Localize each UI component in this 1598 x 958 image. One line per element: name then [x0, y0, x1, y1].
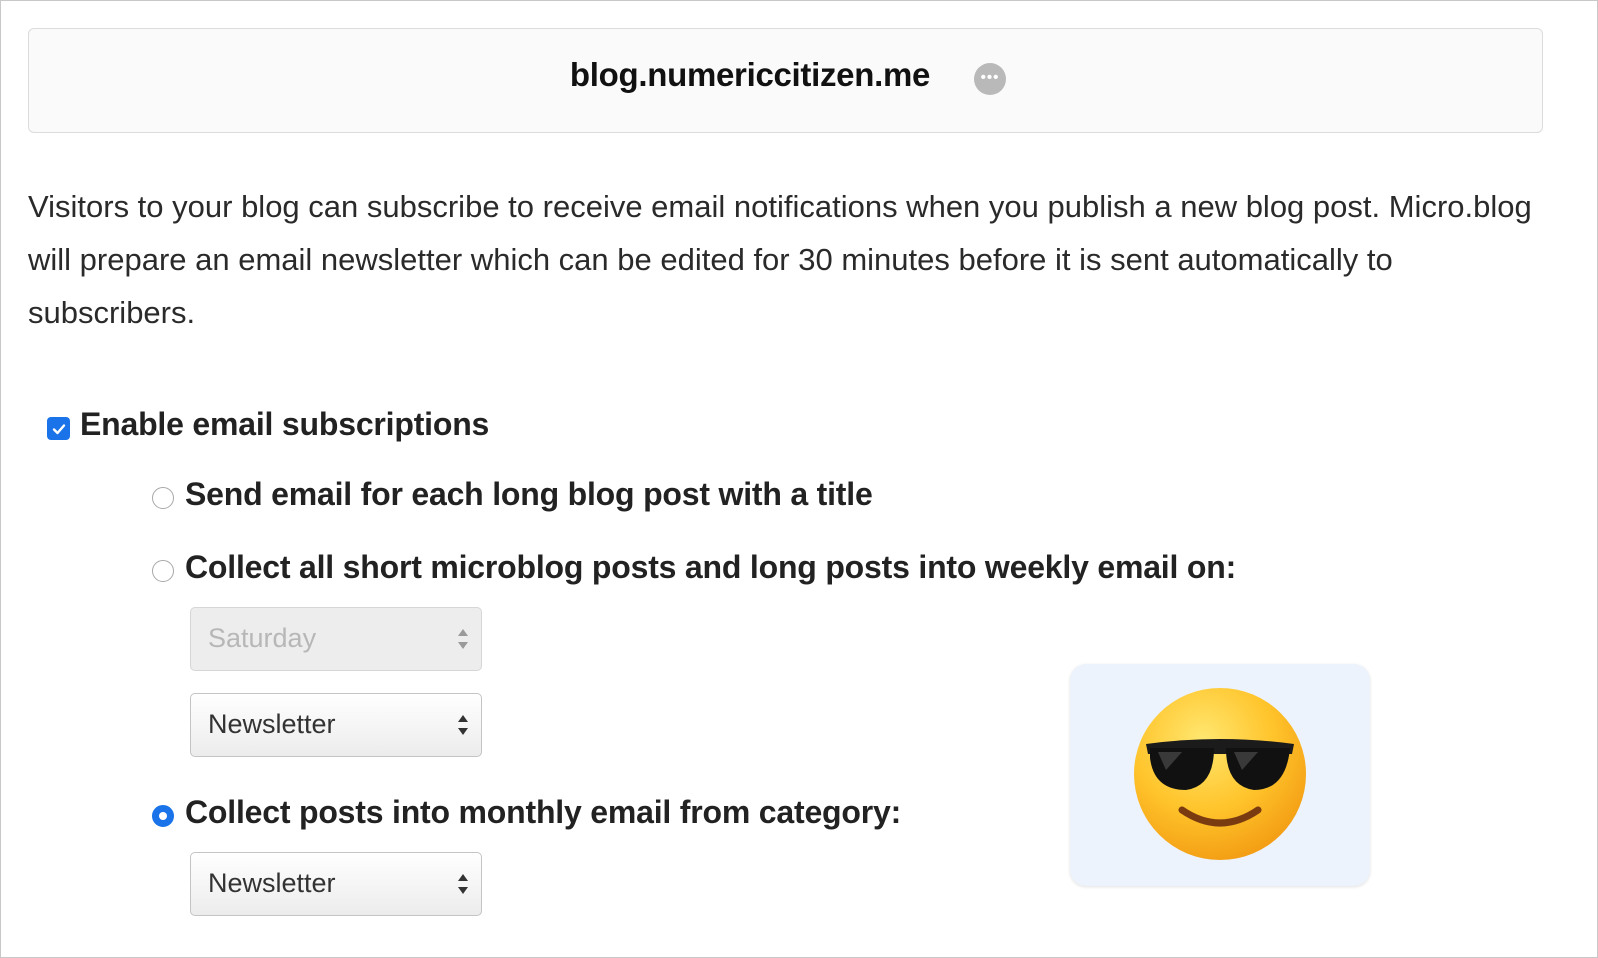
monthly-category-select[interactable]: Newsletter [190, 852, 482, 916]
select-arrows-icon [458, 874, 468, 894]
weekly-category-select[interactable]: Newsletter [190, 693, 482, 757]
select-arrows-icon [458, 629, 468, 649]
site-title: blog.numericcitizen.me [569, 56, 931, 93]
option-weekly-email[interactable]: Collect all short microblog posts and lo… [152, 549, 1236, 586]
checkmark-icon [52, 423, 65, 434]
enable-subscriptions-label: Enable email subscriptions [80, 406, 490, 442]
radio-weekly-email[interactable] [152, 559, 174, 582]
weekly-category-select-value: Newsletter [208, 709, 336, 739]
option-monthly-email-label: Collect posts into monthly email from ca… [185, 794, 902, 830]
radio-monthly-email[interactable] [152, 804, 174, 827]
option-monthly-email[interactable]: Collect posts into monthly email from ca… [152, 794, 901, 831]
option-each-long-post[interactable]: Send email for each long blog post with … [152, 476, 873, 513]
option-each-long-post-label: Send email for each long blog post with … [185, 476, 873, 512]
site-title-row: blog.numericcitizen.me [0, 56, 1500, 94]
weekly-day-select[interactable]: Saturday [190, 607, 482, 671]
emoji-card [1070, 664, 1370, 886]
smiling-face-with-sunglasses-icon [1134, 688, 1306, 860]
enable-subscriptions-checkbox[interactable] [47, 417, 70, 440]
option-weekly-email-label: Collect all short microblog posts and lo… [185, 549, 1237, 585]
select-arrows-icon [458, 715, 468, 735]
radio-each-long-post[interactable] [152, 486, 174, 509]
monthly-category-select-value: Newsletter [208, 868, 336, 898]
intro-description: Visitors to your blog can subscribe to r… [28, 189, 1532, 330]
weekly-day-select-value: Saturday [208, 623, 317, 653]
enable-subscriptions-row[interactable]: Enable email subscriptions [47, 406, 489, 443]
ellipsis-circle-icon[interactable]: ••• [974, 63, 1006, 95]
